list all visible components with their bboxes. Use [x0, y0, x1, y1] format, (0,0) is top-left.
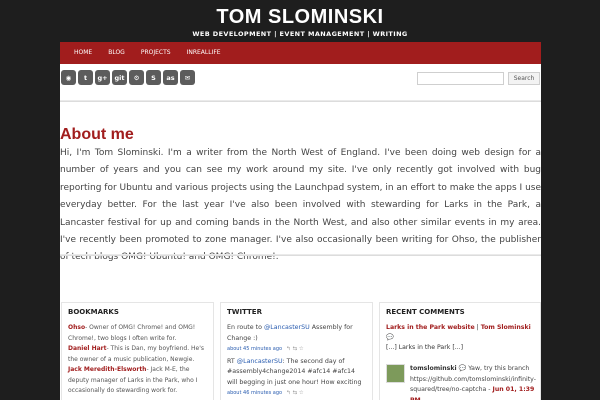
lastfm-icon[interactable]: as	[163, 70, 178, 85]
bookmark-item: Daniel Hart- This is Dan, my boyfriend. …	[68, 344, 207, 365]
bookmark-link-ohso[interactable]: Ohso	[68, 324, 85, 331]
tweet: RT @LancasterSU: The second day of #asse…	[227, 357, 366, 399]
nav-item-blog[interactable]: BLOG	[100, 42, 133, 64]
main-nav: HOME BLOG PROJECTS INREALLIFE	[60, 42, 541, 64]
bookmark-item: Jack Meredith-Elsworth- Jack M-E, the de…	[68, 365, 207, 397]
tweet-actions-icon[interactable]: ↰ ⇆ ☆	[286, 390, 304, 396]
site-tagline: WEB DEVELOPMENT | EVENT MANAGEMENT | WRI…	[192, 30, 408, 38]
comment-bubble-icon: 💬	[386, 334, 394, 341]
tweet-mention[interactable]: @LancasterSU	[264, 324, 310, 331]
tweet-time[interactable]: about 45 minutes ago	[227, 346, 282, 352]
twitter-widget: TWITTER En route to @LancasterSU Assembl…	[220, 302, 373, 400]
nav-item-projects[interactable]: PROJECTS	[133, 42, 179, 64]
page-container: HOME BLOG PROJECTS INREALLIFE ◉ t g+ git…	[60, 42, 541, 400]
tweet: En route to @LancasterSU Assembly for Ch…	[227, 323, 366, 355]
comment-item: tomslominski 💬 Yaw, try this branch http…	[386, 364, 536, 400]
google-plus-icon[interactable]: g+	[95, 70, 110, 85]
bookmark-item: Ohso- Owner of OMG! Chrome! and OMG! Chr…	[68, 323, 207, 344]
rss-icon[interactable]: ◉	[61, 70, 76, 85]
nav-item-inreallife[interactable]: INREALLIFE	[179, 42, 229, 64]
tweet-text: RT	[227, 357, 237, 365]
comment-bubble-icon: 💬	[456, 365, 467, 372]
email-icon[interactable]: ✉	[180, 70, 195, 85]
avatar[interactable]	[386, 364, 405, 383]
page-title: About me	[60, 126, 134, 143]
comment-item: Larks in the Park website | Tom Slominsk…	[386, 323, 534, 353]
about-text: Hi, I'm Tom Slominski. I'm a writer from…	[60, 148, 541, 263]
bookmarks-widget: BOOKMARKS Ohso- Owner of OMG! Chrome! an…	[61, 302, 214, 400]
tweet-text: En route to	[227, 324, 264, 331]
site-header: TOM SLOMINSKI WEB DEVELOPMENT | EVENT MA…	[0, 0, 600, 42]
bookmark-link-daniel-hart[interactable]: Daniel Hart	[68, 345, 106, 352]
stackexchange-icon[interactable]: ⚙	[129, 70, 144, 85]
tweet-actions-icon[interactable]: ↰ ⇆ ☆	[286, 346, 304, 352]
bookmark-desc: - Owner of OMG! Chrome! and OMG! Chrome!…	[68, 324, 196, 342]
comment-post-link[interactable]: Larks in the Park website	[386, 324, 475, 331]
nav-item-home[interactable]: HOME	[66, 42, 100, 64]
search-input[interactable]	[417, 72, 504, 85]
search-button[interactable]: Search	[508, 72, 540, 85]
tweet-time[interactable]: about 46 minutes ago	[227, 390, 282, 396]
site-title[interactable]: TOM SLOMINSKI	[0, 0, 600, 29]
recent-comments-widget: RECENT COMMENTS Larks in the Park websit…	[379, 302, 541, 400]
twitter-icon[interactable]: t	[78, 70, 93, 85]
comment-user[interactable]: tomslominski	[410, 365, 457, 372]
comment-author-link[interactable]: Tom Slominski	[481, 324, 531, 331]
comment-excerpt: [...] Larks in the Park [...]	[386, 344, 464, 351]
tweet-mention[interactable]: @LancasterSU	[237, 358, 283, 365]
bookmarks-title: BOOKMARKS	[68, 308, 119, 316]
header-divider	[60, 100, 541, 102]
bookmark-link-jack-meredith-elsworth[interactable]: Jack Meredith-Elsworth	[68, 366, 146, 373]
twitter-title: TWITTER	[227, 308, 262, 316]
recent-comments-title: RECENT COMMENTS	[386, 308, 465, 316]
steam-icon[interactable]: S	[146, 70, 161, 85]
content-divider	[60, 254, 541, 256]
social-icons: ◉ t g+ git ⚙ S as ✉	[61, 70, 195, 85]
github-icon[interactable]: git	[112, 70, 127, 85]
